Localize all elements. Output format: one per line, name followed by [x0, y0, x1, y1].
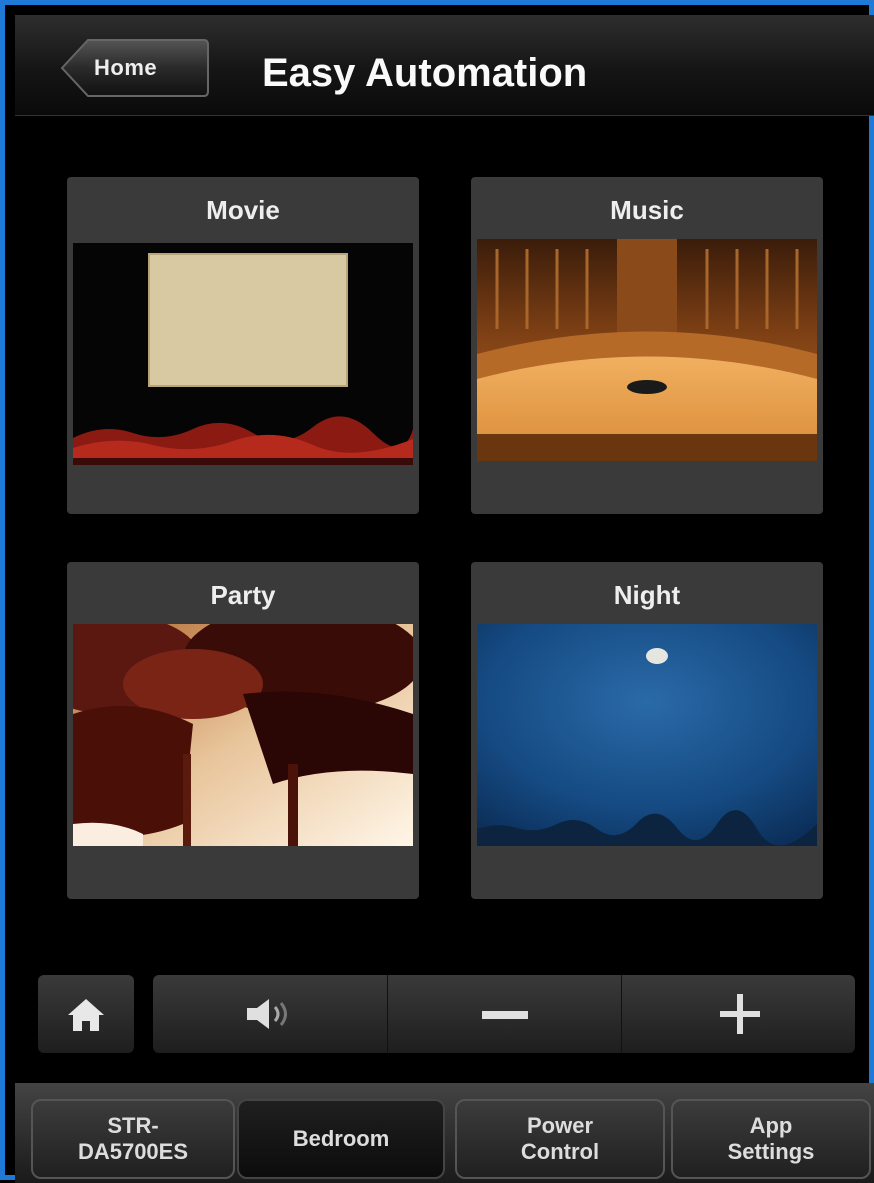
mute-button[interactable]: [153, 975, 387, 1053]
scene-label-movie: Movie: [206, 195, 280, 225]
volume-control-bar: [153, 975, 855, 1053]
scene-label-party: Party: [210, 580, 276, 610]
minus-icon: [482, 1011, 528, 1019]
navigation-bar: Home Easy Automation: [15, 15, 874, 116]
tab-label-line1: App: [749, 1113, 793, 1138]
speaker-icon: [247, 999, 287, 1029]
home-control-button[interactable]: [38, 975, 134, 1053]
tab-app-settings[interactable]: App Settings: [671, 1099, 871, 1179]
tab-str-da5700es[interactable]: STR- DA5700ES: [31, 1099, 235, 1179]
page-title: Easy Automation: [262, 51, 588, 95]
plus-icon: [720, 994, 760, 1034]
scene-tile-movie[interactable]: Movie: [67, 177, 419, 514]
cinema-screen-image: [73, 243, 413, 465]
concert-hall-image: [477, 239, 817, 461]
volume-up-button[interactable]: [621, 975, 856, 1053]
tab-bedroom[interactable]: Bedroom: [237, 1099, 445, 1179]
scene-tile-party[interactable]: Party: [67, 562, 419, 899]
tab-label-line1: STR-: [107, 1113, 159, 1138]
tab-label-line2: DA5700ES: [77, 1139, 189, 1164]
home-back-button[interactable]: Home: [60, 37, 210, 99]
app-frame: Home Easy Automation Movie Music Party N…: [0, 0, 874, 1183]
volume-down-button[interactable]: [387, 975, 622, 1053]
tab-label-line2: Settings: [727, 1139, 815, 1164]
home-button-label: Home: [94, 55, 158, 80]
scene-tile-night[interactable]: Night: [471, 562, 823, 899]
tab-label-line1: Bedroom: [292, 1126, 390, 1151]
bottom-tab-bar: STR- DA5700ES Bedroom Power Control App …: [15, 1083, 874, 1183]
tab-label-line2: Control: [520, 1139, 600, 1164]
home-icon: [68, 999, 104, 1031]
scene-label-night: Night: [613, 580, 681, 610]
scene-label-music: Music: [610, 195, 684, 225]
wine-glasses-image: [73, 624, 413, 846]
tab-power-control[interactable]: Power Control: [455, 1099, 665, 1179]
tab-label-line1: Power: [526, 1113, 594, 1138]
night-sky-moon-image: [477, 624, 817, 846]
scene-tile-music[interactable]: Music: [471, 177, 823, 514]
